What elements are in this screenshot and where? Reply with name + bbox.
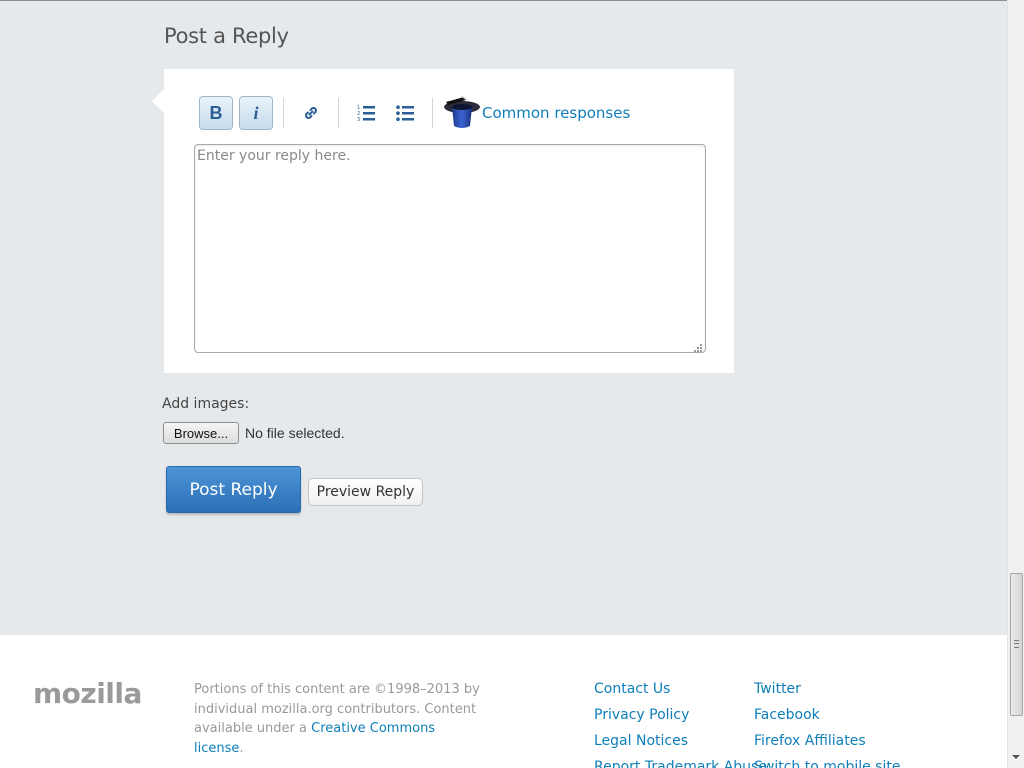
footer-link-privacy[interactable]: Privacy Policy: [594, 706, 767, 732]
footer-links-column: Contact Us Privacy Policy Legal Notices …: [594, 680, 767, 768]
top-border: [0, 0, 1007, 1]
link-icon[interactable]: [300, 103, 322, 123]
post-reply-button[interactable]: Post Reply: [166, 466, 301, 513]
scroll-down-arrow-icon[interactable]: [1012, 755, 1020, 759]
reply-textarea[interactable]: [194, 144, 706, 353]
footer-link-facebook[interactable]: Facebook: [754, 706, 900, 732]
legal-text-end: .: [239, 740, 244, 756]
footer-link-affiliates[interactable]: Firefox Affiliates: [754, 732, 900, 758]
footer-links-column: Twitter Facebook Firefox Affiliates Swit…: [754, 680, 900, 768]
mozilla-logo[interactable]: mozilla: [33, 677, 142, 710]
page: Post a Reply B i 1 2 3 Common responses …: [0, 0, 1007, 768]
editor-toolbar: B i 1 2 3 Common responses: [199, 94, 719, 132]
footer-link-trademark[interactable]: Report Trademark Abuse: [594, 758, 767, 768]
legal-notice: Portions of this content are ©1998–2013 …: [194, 680, 484, 758]
file-status: No file selected.: [245, 425, 345, 441]
add-images-label: Add images:: [162, 396, 250, 412]
grip-icon: [1014, 640, 1019, 648]
footer-link-legal[interactable]: Legal Notices: [594, 732, 767, 758]
footer-link-twitter[interactable]: Twitter: [754, 680, 900, 706]
bold-button[interactable]: B: [199, 96, 233, 130]
section-title: Post a Reply: [164, 24, 289, 48]
toolbar-divider: [338, 98, 339, 128]
footer: mozilla Portions of this content are ©19…: [0, 635, 1007, 768]
footer-link-mobile[interactable]: Switch to mobile site: [754, 758, 900, 768]
magic-hat-icon[interactable]: [442, 94, 482, 132]
toolbar-divider: [432, 98, 433, 128]
italic-button[interactable]: i: [239, 96, 273, 130]
scrollbar-thumb[interactable]: [1010, 573, 1023, 716]
common-responses-link[interactable]: Common responses: [482, 104, 630, 122]
footer-link-contact[interactable]: Contact Us: [594, 680, 767, 706]
reply-editor-box: B i 1 2 3 Common responses Enter your re…: [152, 69, 734, 373]
preview-reply-button[interactable]: Preview Reply: [308, 478, 423, 506]
box-pointer: [152, 89, 164, 113]
vertical-scrollbar[interactable]: [1007, 0, 1024, 768]
bulleted-list-icon[interactable]: [394, 103, 416, 123]
browse-button[interactable]: Browse...: [163, 422, 239, 444]
resize-grip-icon[interactable]: [691, 340, 703, 352]
svg-text:3: 3: [357, 117, 360, 122]
toolbar-divider: [283, 98, 284, 128]
numbered-list-icon[interactable]: 123: [355, 103, 377, 123]
